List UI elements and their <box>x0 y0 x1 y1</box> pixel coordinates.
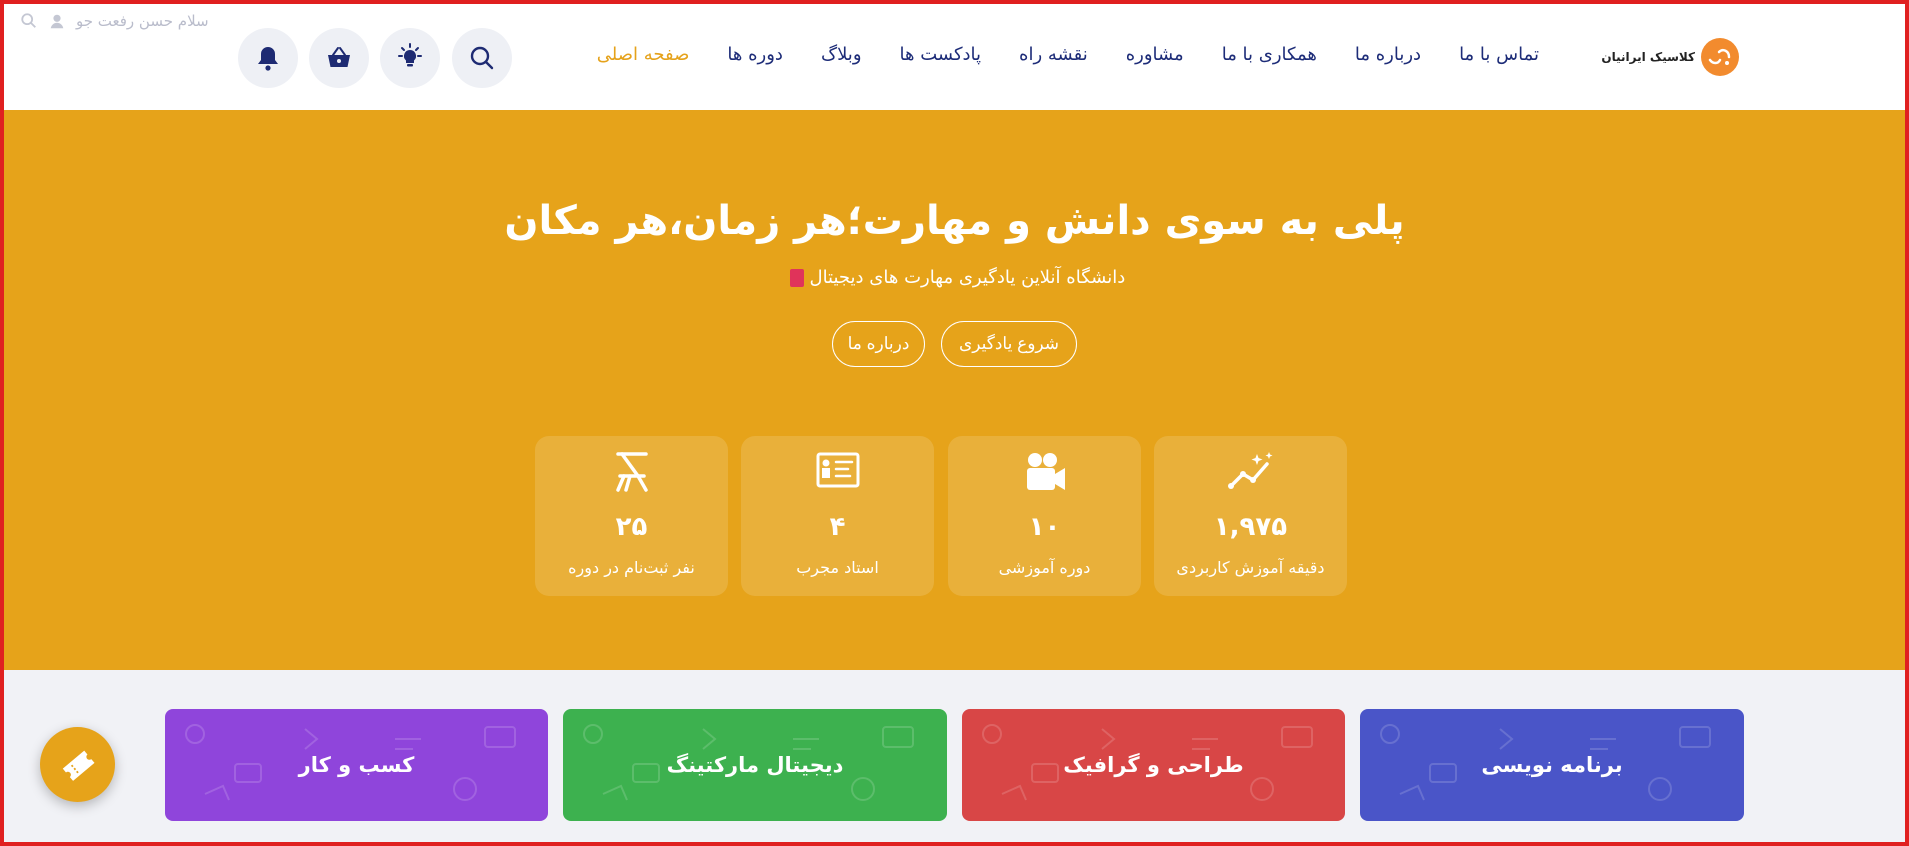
search-button[interactable] <box>452 28 512 88</box>
hero-subtitle-text: دانشگاه آنلاین یادگیری مهارت های دیجیتال <box>809 267 1126 288</box>
bell-icon <box>258 47 278 71</box>
hero-subtitle: دانشگاه آنلاین یادگیری مهارت های دیجیتال <box>0 267 1909 288</box>
greeting-text: سلام حسن رفعت جو <box>76 12 209 30</box>
theme-toggle-button[interactable] <box>380 28 440 88</box>
stat-card-minutes: ۱,۹۷۵ دقیقه آموزش کاربردی <box>1154 436 1347 596</box>
stat-label: دقیقه آموزش کاربردی <box>1176 558 1325 577</box>
stat-label: نفر ثبت‌نام در دوره <box>568 558 695 577</box>
stat-value: ۱۰ <box>1028 512 1061 542</box>
nav-home[interactable]: صفحه اصلی <box>597 44 690 65</box>
nav-roadmap[interactable]: نقشه راه <box>1019 44 1088 65</box>
stat-value: ۱,۹۷۵ <box>1213 512 1288 542</box>
student-chair-icon <box>535 450 728 494</box>
logo-text: کلاسیک ایرانیان <box>1601 50 1695 64</box>
site-logo[interactable]: کلاسیک ایرانیان <box>1601 38 1739 76</box>
search-icon <box>470 46 494 70</box>
logo-mark-icon <box>1701 38 1739 76</box>
stat-value: ۲۵ <box>615 512 648 542</box>
start-learning-button[interactable]: شروع یادگیری <box>941 321 1077 367</box>
category-label: طراحی و گرافیک <box>1063 753 1244 777</box>
basket-icon <box>328 47 350 67</box>
stat-card-courses: ۱۰ دوره آموزشی <box>948 436 1141 596</box>
ticket-fab-button[interactable] <box>40 727 115 802</box>
trend-sparkle-icon <box>1154 450 1347 494</box>
cart-button[interactable] <box>309 28 369 88</box>
notifications-button[interactable] <box>238 28 298 88</box>
stat-card-students: ۲۵ نفر ثبت‌نام در دوره <box>535 436 728 596</box>
nav-about[interactable]: درباره ما <box>1355 44 1421 65</box>
hero-title: پلی به سوی دانش و مهارت؛هر زمان،هر مکان <box>504 198 1405 244</box>
nav-blog[interactable]: وبلاگ <box>821 44 862 65</box>
nav-consulting[interactable]: مشاوره <box>1126 44 1184 65</box>
book-icon <box>789 269 804 287</box>
stat-card-teachers: ۴ استاد مجرب <box>741 436 934 596</box>
nav-cooperation[interactable]: همکاری با ما <box>1222 44 1317 65</box>
category-label: برنامه نویسی <box>1481 753 1623 777</box>
category-label: کسب و کار <box>298 753 415 777</box>
nav-podcasts[interactable]: پادکست ها <box>900 44 982 65</box>
hero-section: پلی به سوی دانش و مهارت؛هر زمان،هر مکان … <box>0 110 1909 670</box>
category-programming[interactable]: برنامه نویسی <box>1360 709 1744 821</box>
stat-label: استاد مجرب <box>796 558 879 577</box>
site-header: سلام حسن رفعت جو صفحه اصلی دوره ها وبلاگ… <box>0 0 1909 110</box>
search-icon <box>21 13 36 28</box>
presentation-board-icon <box>741 450 934 494</box>
about-us-button[interactable]: درباره ما <box>832 321 925 367</box>
category-label: دیجیتال مارکتینگ <box>666 753 844 777</box>
stat-label: دوره آموزشی <box>998 558 1091 577</box>
lightbulb-icon <box>398 43 422 67</box>
stat-value: ۴ <box>829 512 846 542</box>
main-nav: صفحه اصلی دوره ها وبلاگ پادکست ها نقشه ر… <box>597 44 1539 65</box>
user-greeting[interactable]: سلام حسن رفعت جو <box>20 12 209 30</box>
nav-contact[interactable]: تماس با ما <box>1459 44 1539 65</box>
nav-courses[interactable]: دوره ها <box>727 44 783 65</box>
category-design[interactable]: طراحی و گرافیک <box>962 709 1345 821</box>
category-digital-marketing[interactable]: دیجیتال مارکتینگ <box>563 709 947 821</box>
category-business[interactable]: کسب و کار <box>165 709 548 821</box>
user-icon <box>50 14 64 29</box>
video-camera-icon <box>948 450 1141 494</box>
ticket-icon <box>62 750 95 781</box>
